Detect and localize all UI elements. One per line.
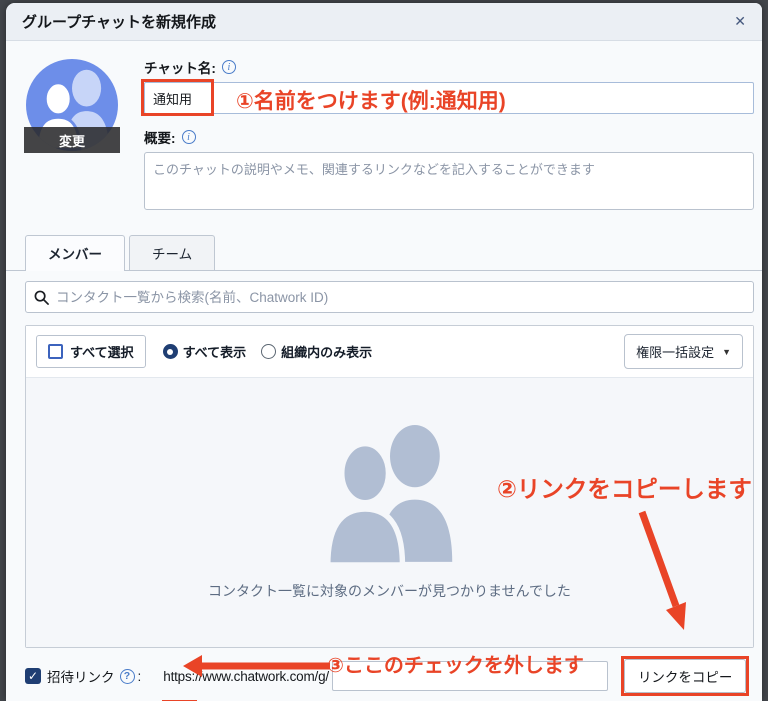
member-filter-row: すべて選択 すべて表示 組織内のみ表示 権限一括設定 ▼	[26, 326, 753, 377]
search-icon	[34, 290, 49, 305]
chat-name-input[interactable]	[144, 82, 754, 114]
invite-link-checkbox[interactable]: ✓	[25, 668, 41, 684]
group-avatar: 変更	[24, 57, 120, 167]
caret-down-icon: ▼	[722, 346, 731, 357]
member-list-empty-state: コンタクト一覧に対象のメンバーが見つかりませんでした	[26, 377, 753, 647]
annotation-box-copy-button: リンクをコピー	[620, 656, 750, 696]
radio-selected-icon[interactable]	[162, 344, 178, 359]
select-all-label: すべて選択	[70, 345, 134, 360]
tab-teams[interactable]: チーム	[129, 235, 216, 270]
tab-members[interactable]: メンバー	[25, 235, 125, 271]
invite-link-label: 招待リンク	[47, 670, 115, 685]
select-all-checkbox-icon[interactable]	[48, 344, 63, 359]
radio-show-all-label: すべて表示	[182, 345, 247, 360]
form-fields: チャット名: i ①名前をつけます(例:通知用) 概要: i	[141, 57, 754, 215]
dialog-title: グループチャットを新規作成	[22, 14, 216, 31]
chat-name-label: チャット名:	[144, 61, 216, 76]
help-icon[interactable]: ?	[119, 668, 135, 684]
empty-message: コンタクト一覧に対象のメンバーが見つかりませんでした	[208, 582, 571, 599]
invite-url-prefix: https://www.chatwork.com/g/	[163, 668, 329, 684]
radio-show-all[interactable]: すべて表示	[162, 342, 247, 361]
bulk-permission-label: 権限一括設定	[636, 345, 715, 360]
member-team-tabs: メンバー チーム	[6, 235, 762, 271]
avatar-change-button[interactable]: 変更	[24, 127, 120, 153]
radio-unselected-icon[interactable]	[261, 344, 277, 359]
bulk-permission-button[interactable]: 権限一括設定 ▼	[624, 334, 743, 369]
dialog-header: グループチャットを新規作成 ✕	[6, 3, 762, 41]
radio-org-only-label: 組織内のみ表示	[281, 345, 373, 360]
invite-link-section: ✓ 招待リンク ? : https://www.chatwork.com/g/ …	[6, 648, 762, 701]
radio-org-only[interactable]: 組織内のみ表示	[261, 342, 372, 361]
invite-link-separator: :	[137, 668, 142, 684]
group-people-icon	[324, 424, 452, 565]
invite-link-input[interactable]	[331, 661, 608, 691]
member-list-panel: すべて選択 すべて表示 組織内のみ表示 権限一括設定 ▼ コンタクト一覧に対象の…	[25, 325, 754, 648]
description-textarea[interactable]	[144, 152, 754, 210]
description-info-icon[interactable]: i	[181, 130, 196, 144]
description-label: 概要:	[144, 131, 176, 146]
chat-settings-form: 変更 チャット名: i ①名前をつけます(例:通知用) 概要: i	[6, 41, 762, 215]
chat-name-info-icon[interactable]: i	[221, 60, 236, 74]
copy-link-button[interactable]: リンクをコピー	[623, 659, 747, 693]
create-group-chat-dialog: グループチャットを新規作成 ✕ 変更 チャット名: i 通知用 ①名前をつけます…	[6, 3, 762, 701]
select-all-checkbox[interactable]: すべて選択	[36, 335, 146, 368]
contact-search[interactable]	[25, 281, 754, 313]
contact-search-input[interactable]	[56, 289, 745, 305]
close-icon[interactable]: ✕	[734, 13, 746, 30]
